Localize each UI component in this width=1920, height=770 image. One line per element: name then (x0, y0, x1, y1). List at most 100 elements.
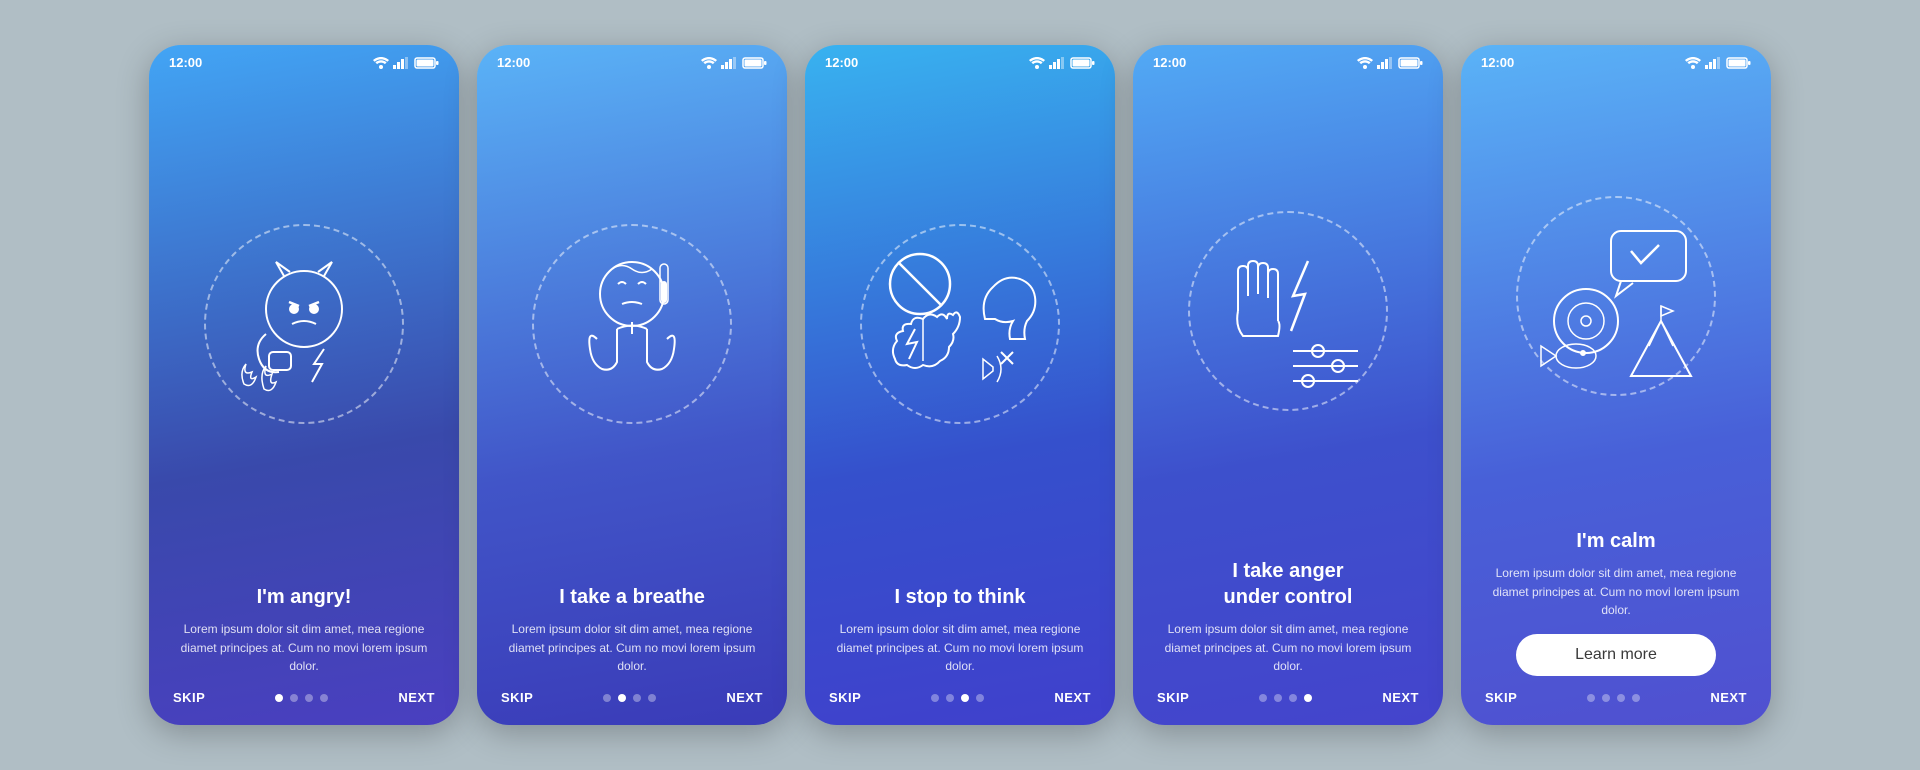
dot-3-1 (931, 694, 939, 702)
dot-4-1 (1259, 694, 1267, 702)
illustration-circle-4 (1188, 211, 1388, 411)
screen-body-3: Lorem ipsum dolor sit dim amet, mea regi… (829, 620, 1091, 676)
skip-button-4[interactable]: SKIP (1157, 690, 1189, 705)
signal-icon-3 (1049, 57, 1067, 69)
status-icons-4 (1357, 57, 1423, 69)
dot-1-4 (320, 694, 328, 702)
nav-bar-2: SKIP NEXT (477, 676, 787, 725)
text-area-3: I stop to think Lorem ipsum dolor sit di… (805, 574, 1115, 676)
dot-3-4 (976, 694, 984, 702)
screen-title-3: I stop to think (829, 584, 1091, 610)
nav-bar-4: SKIP NEXT (1133, 676, 1443, 725)
phone-screen-5: 12:00 (1461, 45, 1771, 725)
dot-5-1 (1587, 694, 1595, 702)
battery-icon-4 (1399, 57, 1423, 69)
next-button-5[interactable]: NEXT (1710, 690, 1747, 705)
signal-icon-4 (1377, 57, 1395, 69)
screen-body-4: Lorem ipsum dolor sit dim amet, mea regi… (1157, 620, 1419, 676)
illustration-circle-1 (204, 224, 404, 424)
dot-5-3 (1617, 694, 1625, 702)
dot-1-1 (275, 694, 283, 702)
screen-body-5: Lorem ipsum dolor sit dim amet, mea regi… (1485, 564, 1747, 620)
dot-2-1 (603, 694, 611, 702)
battery-icon-2 (743, 57, 767, 69)
status-bar-1: 12:00 (149, 45, 459, 74)
status-bar-4: 12:00 (1133, 45, 1443, 74)
signal-icon-2 (721, 57, 739, 69)
dot-2-3 (633, 694, 641, 702)
status-bar-3: 12:00 (805, 45, 1115, 74)
dots-4 (1259, 694, 1312, 702)
dots-3 (931, 694, 984, 702)
dots-1 (275, 694, 328, 702)
status-bar-2: 12:00 (477, 45, 787, 74)
status-icons-3 (1029, 57, 1095, 69)
screen-body-2: Lorem ipsum dolor sit dim amet, mea regi… (501, 620, 763, 676)
wifi-icon-3 (1029, 57, 1045, 69)
learn-more-button[interactable]: Learn more (1516, 634, 1716, 676)
calm-illustration (1521, 201, 1711, 391)
phone-screen-1: 12:00 (149, 45, 459, 725)
battery-icon-1 (415, 57, 439, 69)
illustration-area-4 (1133, 74, 1443, 548)
signal-icon-1 (393, 57, 411, 69)
phone-screen-3: 12:00 (805, 45, 1115, 725)
next-button-2[interactable]: NEXT (726, 690, 763, 705)
wifi-icon-2 (701, 57, 717, 69)
dot-4-3 (1289, 694, 1297, 702)
illustration-area-1 (149, 74, 459, 574)
battery-icon-3 (1071, 57, 1095, 69)
time-4: 12:00 (1153, 55, 1186, 70)
dot-2-2 (618, 694, 626, 702)
screen-title-1: I'm angry! (173, 584, 435, 610)
status-bar-5: 12:00 (1461, 45, 1771, 74)
status-icons-5 (1685, 57, 1751, 69)
dot-2-4 (648, 694, 656, 702)
next-button-4[interactable]: NEXT (1382, 690, 1419, 705)
illustration-circle-3 (860, 224, 1060, 424)
phone-screen-4: 12:00 (1133, 45, 1443, 725)
illustration-circle-2 (532, 224, 732, 424)
text-area-5: I'm calm Lorem ipsum dolor sit dim amet,… (1461, 518, 1771, 676)
signal-icon-5 (1705, 57, 1723, 69)
text-area-4: I take anger under control Lorem ipsum d… (1133, 548, 1443, 676)
phone-screen-2: 12:00 (477, 45, 787, 725)
illustration-area-2 (477, 74, 787, 574)
illustration-area-3 (805, 74, 1115, 574)
dot-3-2 (946, 694, 954, 702)
time-3: 12:00 (825, 55, 858, 70)
text-area-1: I'm angry! Lorem ipsum dolor sit dim ame… (149, 574, 459, 676)
text-area-2: I take a breathe Lorem ipsum dolor sit d… (477, 574, 787, 676)
screen-title-2: I take a breathe (501, 584, 763, 610)
dots-2 (603, 694, 656, 702)
wifi-icon-4 (1357, 57, 1373, 69)
skip-button-2[interactable]: SKIP (501, 690, 533, 705)
dot-4-2 (1274, 694, 1282, 702)
time-5: 12:00 (1481, 55, 1514, 70)
screen-title-5: I'm calm (1485, 528, 1747, 554)
nav-bar-5: SKIP NEXT (1461, 676, 1771, 725)
status-icons-2 (701, 57, 767, 69)
dot-5-2 (1602, 694, 1610, 702)
dots-5 (1587, 694, 1640, 702)
skip-button-3[interactable]: SKIP (829, 690, 861, 705)
skip-button-1[interactable]: SKIP (173, 690, 205, 705)
next-button-3[interactable]: NEXT (1054, 690, 1091, 705)
think-illustration (865, 229, 1055, 419)
angry-illustration (214, 234, 394, 414)
control-illustration (1193, 216, 1383, 406)
wifi-icon-5 (1685, 57, 1701, 69)
nav-bar-3: SKIP NEXT (805, 676, 1115, 725)
screen-body-1: Lorem ipsum dolor sit dim amet, mea regi… (173, 620, 435, 676)
dot-1-2 (290, 694, 298, 702)
status-icons-1 (373, 57, 439, 69)
battery-icon-5 (1727, 57, 1751, 69)
dot-1-3 (305, 694, 313, 702)
skip-button-5[interactable]: SKIP (1485, 690, 1517, 705)
next-button-1[interactable]: NEXT (398, 690, 435, 705)
screen-title-4: I take anger under control (1157, 558, 1419, 610)
dot-3-3 (961, 694, 969, 702)
wifi-icon-1 (373, 57, 389, 69)
breathe-illustration (542, 234, 722, 414)
dot-5-4 (1632, 694, 1640, 702)
